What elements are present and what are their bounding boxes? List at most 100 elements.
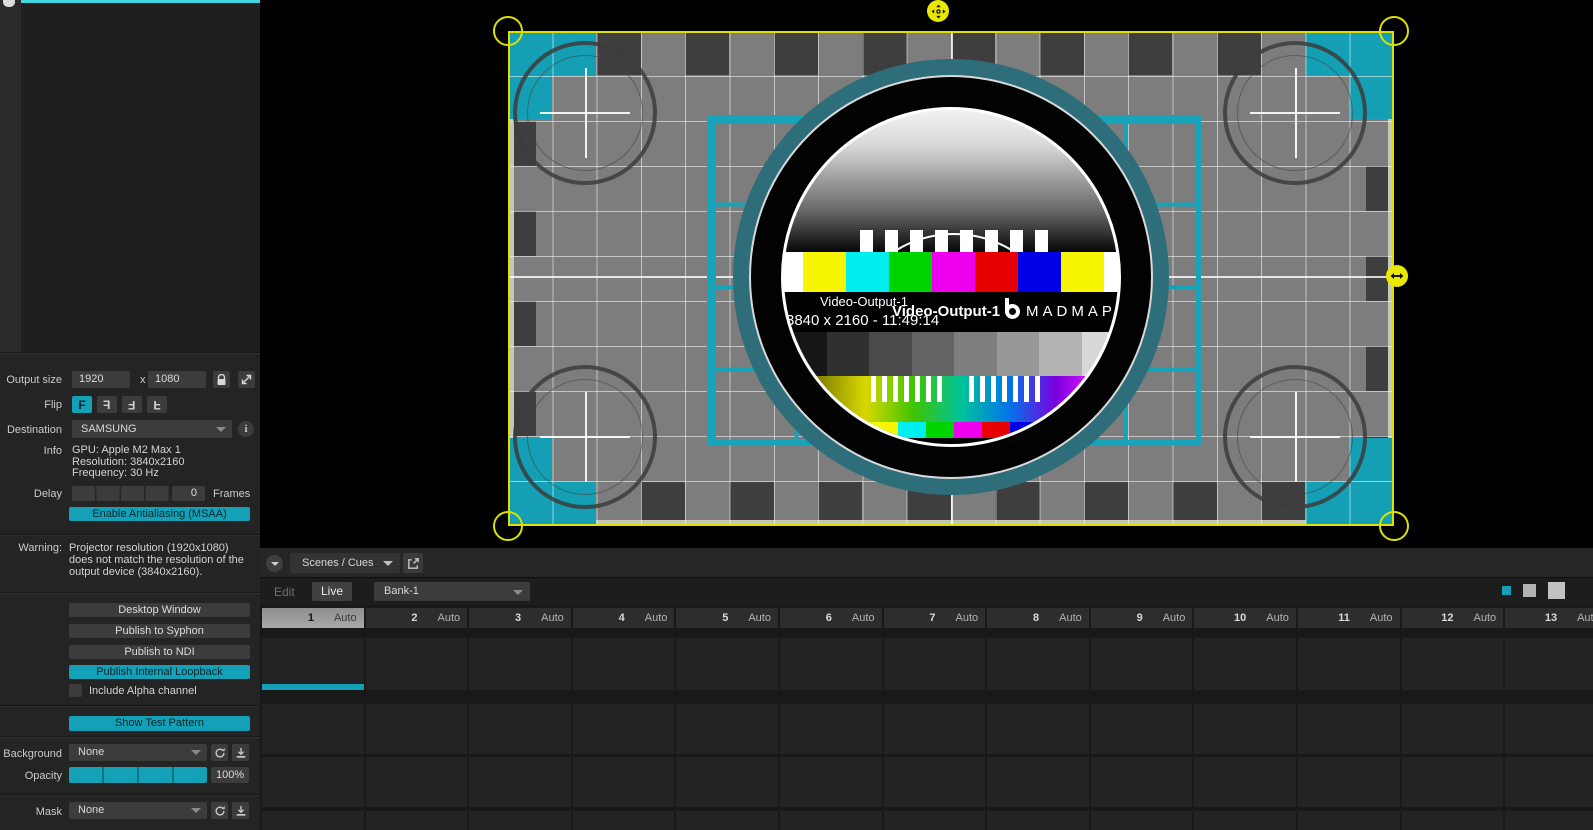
quad-move-handle[interactable] [927,0,949,22]
background-import-button[interactable] [232,744,249,761]
scene-cell-r1-c13[interactable] [1505,638,1593,690]
scene-cell-r1-c9[interactable] [1091,638,1193,690]
scene-cell-r1-c11[interactable] [1298,638,1400,690]
scene-cell-r3-c8[interactable] [987,757,1089,807]
scene-cell-r1-c2[interactable] [366,638,468,690]
show-test-pattern-button[interactable]: Show Test Pattern [69,716,250,731]
scene-cell-r2-c4[interactable] [573,704,675,754]
cell-size-small-button[interactable] [1502,586,1511,595]
live-mode-button[interactable]: Live [312,582,352,601]
opacity-value-field[interactable]: 100% [211,767,249,783]
quad-corner-handle-tl[interactable] [493,16,523,46]
scene-cell-r2-c6[interactable] [780,704,882,754]
publish-to-ndi-button[interactable]: Publish to NDI [69,645,250,659]
scene-cell-r1-c1[interactable] [262,638,364,690]
panel-view-select[interactable]: Scenes / Cues [290,553,400,573]
scene-cell-r2-c10[interactable] [1194,704,1296,754]
quad-corner-handle-bl[interactable] [493,511,523,541]
resize-to-output-button[interactable] [238,371,255,388]
mask-refresh-button[interactable] [211,802,228,819]
scene-cell-r3-c10[interactable] [1194,757,1296,807]
scene-cell-r2-c9[interactable] [1091,704,1193,754]
scene-cell-r4-c6[interactable] [780,811,882,830]
include-alpha-checkbox[interactable] [69,684,82,697]
scene-cell-r1-c8[interactable] [987,638,1089,690]
scene-cell-r4-c3[interactable] [469,811,571,830]
scene-column-header-12[interactable]: 12Auto [1402,608,1504,628]
opacity-slider[interactable] [69,767,207,783]
scene-column-header-13[interactable]: 13Auto [1505,608,1593,628]
edit-mode-label[interactable]: Edit [274,585,295,599]
scene-column-header-3[interactable]: 3Auto [469,608,571,628]
scene-cell-r2-c3[interactable] [469,704,571,754]
publish-internal-loopback-button[interactable]: Publish Internal Loopback [69,665,250,679]
background-select[interactable]: None [69,744,207,761]
scene-cell-r1-c3[interactable] [469,638,571,690]
lock-aspect-button[interactable] [213,371,230,388]
flip-vertical-button[interactable]: F [147,396,167,413]
scene-cell-r2-c11[interactable] [1298,704,1400,754]
scene-column-header-11[interactable]: 11Auto [1298,608,1400,628]
mask-import-button[interactable] [232,802,249,819]
scene-cell-r2-c2[interactable] [366,704,468,754]
enable-antialiasing-button[interactable]: Enable Antialiasing (MSAA) [69,507,250,521]
scene-cell-r3-c3[interactable] [469,757,571,807]
scene-cell-r2-c5[interactable] [676,704,778,754]
scene-column-header-9[interactable]: 9Auto [1091,608,1193,628]
scene-cell-r1-c5[interactable] [676,638,778,690]
scene-cell-r3-c6[interactable] [780,757,882,807]
scene-column-header-7[interactable]: 7Auto [884,608,986,628]
quad-edge-handle-right[interactable] [1386,265,1408,287]
output-preview-canvas[interactable]: Video-Output-1 3840 x 2160 - 11:49:14 Vi… [260,0,1593,548]
collapse-panel-button[interactable] [266,555,283,572]
scene-cell-r4-c11[interactable] [1298,811,1400,830]
destination-select[interactable]: SAMSUNG [72,420,232,438]
scene-cell-r4-c13[interactable] [1505,811,1593,830]
scene-column-header-8[interactable]: 8Auto [987,608,1089,628]
scene-cell-r3-c4[interactable] [573,757,675,807]
delay-value-field[interactable]: 0 [172,486,205,501]
scene-cell-r3-c11[interactable] [1298,757,1400,807]
scene-cell-r1-c4[interactable] [573,638,675,690]
background-refresh-button[interactable] [211,744,228,761]
scene-cell-r3-c5[interactable] [676,757,778,807]
scene-cell-r2-c1[interactable] [262,704,364,754]
scene-cell-r3-c13[interactable] [1505,757,1593,807]
flip-none-button[interactable]: F [72,396,92,413]
scene-column-header-2[interactable]: 2Auto [366,608,468,628]
scene-cell-r1-c12[interactable] [1402,638,1504,690]
scene-cell-r3-c2[interactable] [366,757,468,807]
scene-cell-r2-c12[interactable] [1402,704,1504,754]
scene-column-header-1[interactable]: 1Auto [262,608,364,628]
quad-corner-handle-br[interactable] [1379,511,1409,541]
scene-cell-r4-c10[interactable] [1194,811,1296,830]
output-width-field[interactable]: 1920 [72,371,130,388]
bank-select[interactable]: Bank-1 [374,582,530,601]
flip-horizontal-button[interactable]: F [97,396,117,413]
scene-cell-r4-c12[interactable] [1402,811,1504,830]
test-pattern-quad[interactable]: Video-Output-1 3840 x 2160 - 11:49:14 Vi… [508,31,1394,526]
scene-cell-r4-c5[interactable] [676,811,778,830]
publish-to-syphon-button[interactable]: Publish to Syphon [69,624,250,638]
scene-cell-r4-c7[interactable] [884,811,986,830]
scene-cell-r4-c2[interactable] [366,811,468,830]
scene-cell-r1-c7[interactable] [884,638,986,690]
delay-slider[interactable] [72,486,170,501]
scene-cell-r3-c9[interactable] [1091,757,1193,807]
scene-column-header-10[interactable]: 10Auto [1194,608,1296,628]
scene-column-header-5[interactable]: 5Auto [676,608,778,628]
scene-cell-r4-c4[interactable] [573,811,675,830]
scene-cell-r4-c9[interactable] [1091,811,1193,830]
scene-cell-r4-c8[interactable] [987,811,1089,830]
scene-column-header-6[interactable]: 6Auto [780,608,882,628]
flip-both-button[interactable]: F [122,396,142,413]
scene-cell-r1-c6[interactable] [780,638,882,690]
desktop-window-button[interactable]: Desktop Window [69,603,250,617]
scene-cell-r4-c1[interactable] [262,811,364,830]
popout-panel-button[interactable] [403,553,423,573]
scene-cell-r2-c7[interactable] [884,704,986,754]
cell-size-large-button[interactable] [1548,582,1565,599]
scene-cell-r3-c7[interactable] [884,757,986,807]
scene-cell-r2-c8[interactable] [987,704,1089,754]
quad-corner-handle-tr[interactable] [1379,16,1409,46]
